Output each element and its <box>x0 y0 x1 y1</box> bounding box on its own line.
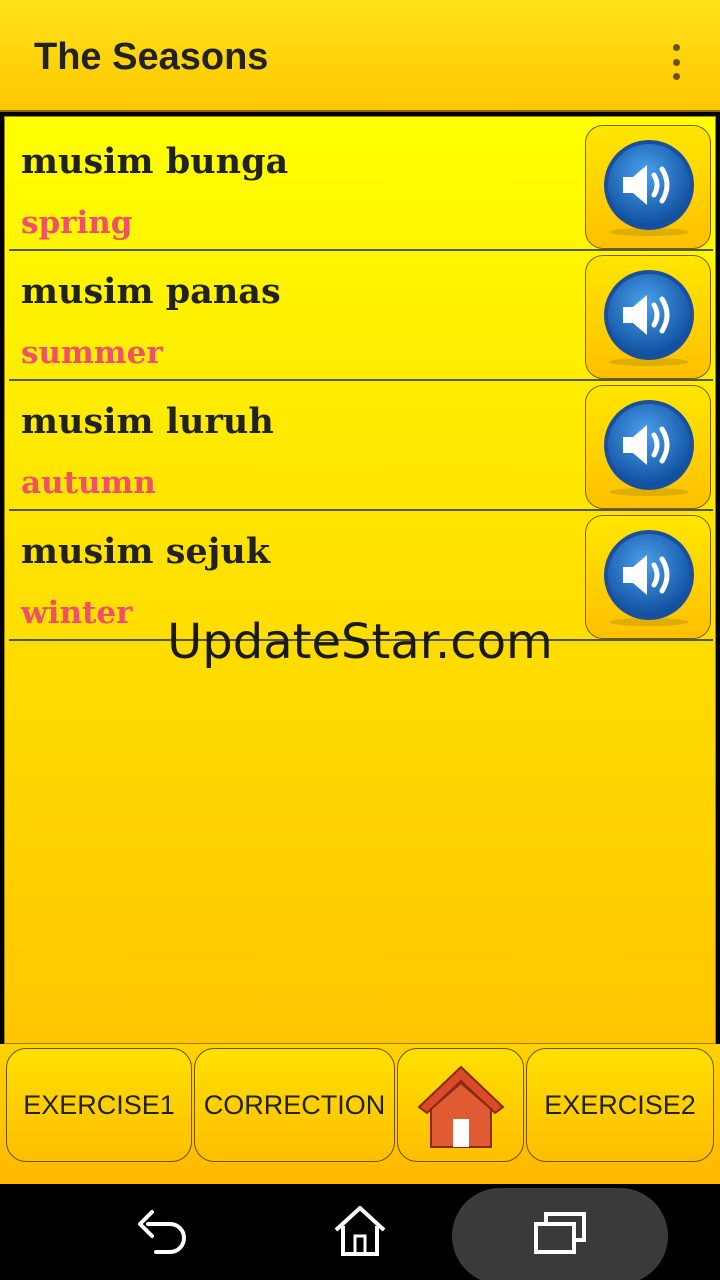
word-text: musim bunga <box>21 141 289 182</box>
home-outline-icon[interactable] <box>332 1204 388 1258</box>
play-audio-button[interactable] <box>585 255 711 379</box>
speaker-icon <box>604 140 694 236</box>
overflow-menu-icon[interactable] <box>668 44 684 80</box>
translation-text: summer <box>21 335 163 371</box>
exercise2-button[interactable]: EXERCISE2 <box>526 1048 714 1162</box>
bottom-toolbar: EXERCISE1 CORRECTION EXERCISE2 <box>0 1044 720 1184</box>
list-item: musim panas summer <box>9 251 713 381</box>
translation-text: autumn <box>21 465 156 501</box>
exercise1-button[interactable]: EXERCISE1 <box>6 1048 192 1162</box>
translation-text: spring <box>21 205 133 241</box>
word-text: musim sejuk <box>21 531 271 572</box>
back-icon[interactable] <box>134 1206 188 1256</box>
list-item: musim bunga spring <box>9 121 713 251</box>
app-bar: The Seasons <box>0 0 720 112</box>
page-title: The Seasons <box>34 36 269 78</box>
recents-icon[interactable] <box>532 1210 588 1256</box>
watermark-text: UpdateStar.com <box>167 614 553 670</box>
play-audio-button[interactable] <box>585 385 711 509</box>
word-text: musim luruh <box>21 401 274 442</box>
system-navbar <box>0 1184 720 1280</box>
home-icon <box>416 1065 505 1148</box>
speaker-icon <box>604 400 694 496</box>
home-button[interactable] <box>397 1048 524 1162</box>
list-item: musim luruh autumn <box>9 381 713 511</box>
play-audio-button[interactable] <box>585 125 711 249</box>
speaker-icon <box>604 270 694 366</box>
speaker-icon <box>604 530 694 626</box>
word-text: musim panas <box>21 271 281 312</box>
correction-button[interactable]: CORRECTION <box>194 1048 395 1162</box>
word-list: musim bunga spring musim panas summer mu… <box>4 116 716 1044</box>
